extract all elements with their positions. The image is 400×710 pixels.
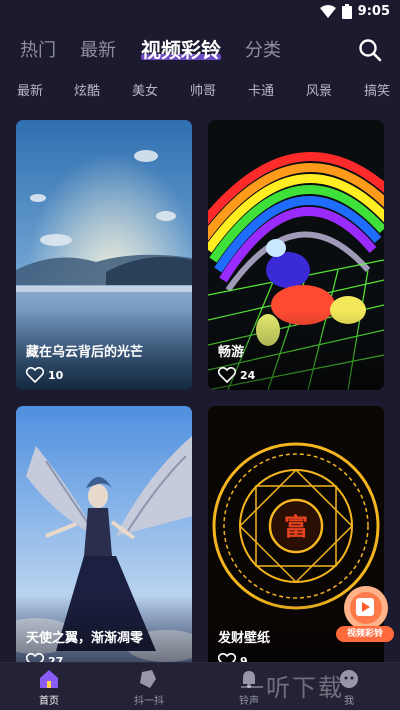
subtab-handsome[interactable]: 帅哥 [190, 80, 216, 99]
video-card[interactable]: 天使之翼，渐渐凋零 27 [16, 406, 192, 676]
search-icon[interactable] [358, 38, 382, 62]
card-title: 畅游 [218, 345, 245, 360]
top-tabs: 热门 最新 视频彩铃 分类 [0, 32, 400, 68]
nav-label: 首页 [39, 696, 59, 707]
subtab-cool[interactable]: 炫酷 [74, 80, 100, 99]
tab-video-ringtone[interactable]: 视频彩铃 [141, 34, 221, 63]
wifi-icon [319, 4, 336, 18]
nav-home[interactable]: 首页 [19, 669, 79, 707]
sub-tabs: 最新 炫酷 美女 帅哥 卡通 风景 搞笑 [0, 76, 400, 104]
subtab-beauty[interactable]: 美女 [132, 80, 158, 99]
tab-hot[interactable]: 热门 [20, 36, 56, 62]
status-time: 9:05 [357, 4, 390, 19]
subtab-funny[interactable]: 搞笑 [364, 80, 390, 99]
subtab-cartoon[interactable]: 卡通 [248, 80, 274, 99]
tab-category[interactable]: 分类 [245, 36, 281, 62]
heart-icon[interactable] [26, 367, 44, 383]
card-title: 藏在乌云背后的光芒 [26, 345, 144, 360]
nav-shake[interactable]: 抖一抖 [119, 669, 179, 707]
video-ringtone-float-button[interactable]: 视频彩铃 [336, 584, 396, 644]
card-title: 天使之翼，渐渐凋零 [26, 631, 144, 646]
watermark: 一听下载 [240, 674, 344, 702]
heart-icon[interactable] [218, 367, 236, 383]
nav-label: 我 [344, 696, 354, 707]
video-card[interactable]: 畅游 24 [208, 120, 384, 390]
status-icons: 9:05 [319, 4, 390, 19]
like-count: 10 [48, 368, 64, 382]
video-card[interactable]: 藏在乌云背后的光芒 10 [16, 120, 192, 390]
shake-icon [140, 670, 156, 688]
status-bar: 9:05 [0, 0, 400, 26]
card-likes: 24 [218, 367, 255, 383]
like-count: 24 [240, 368, 256, 382]
play-badge-icon [344, 586, 388, 630]
battery-icon [341, 4, 352, 19]
card-title: 发财壁纸 [218, 631, 271, 646]
nav-label: 抖一抖 [134, 696, 164, 707]
tab-latest[interactable]: 最新 [80, 36, 116, 62]
subtab-scenery[interactable]: 风景 [306, 80, 332, 99]
float-badge-label: 视频彩铃 [336, 626, 394, 642]
subtab-latest[interactable]: 最新 [17, 80, 43, 99]
home-icon [40, 670, 58, 688]
seal-character: 富 [284, 512, 308, 541]
card-likes: 10 [26, 367, 63, 383]
